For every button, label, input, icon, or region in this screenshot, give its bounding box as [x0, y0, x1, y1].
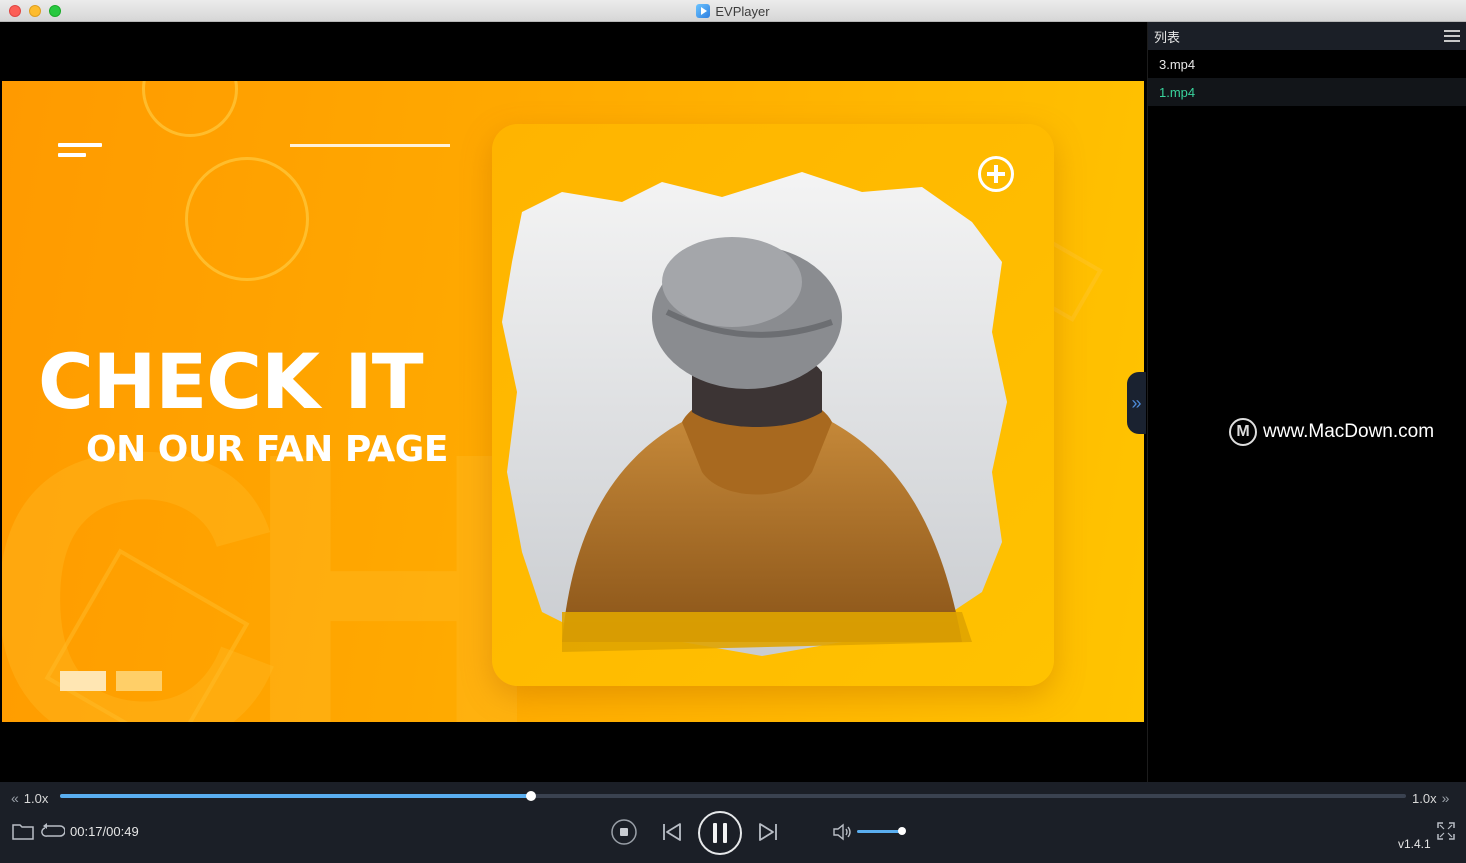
video-area[interactable]: C H CHECK IT ON OUR FAN PAGE » — [0, 22, 1146, 782]
watermark-logo: M — [1229, 418, 1257, 446]
plus-circle-icon — [978, 156, 1014, 192]
hooded-person-photo — [502, 172, 1007, 656]
watermark: M www.MacDown.com — [1229, 418, 1434, 446]
volume-slider[interactable] — [857, 830, 903, 833]
seek-handle[interactable] — [526, 791, 537, 801]
folder-icon[interactable] — [12, 822, 34, 840]
video-subline: ON OUR FAN PAGE — [86, 429, 448, 470]
next-icon[interactable] — [756, 821, 780, 843]
time-display: 00:17/00:49 — [70, 824, 139, 839]
chevron-double-left-icon: « — [11, 790, 19, 806]
speed-left-label: 1.0x — [23, 790, 49, 806]
playlist-panel: 列表 3.mp4 1.mp4 — [1147, 22, 1466, 782]
previous-icon[interactable] — [660, 821, 684, 843]
seek-progress — [60, 794, 532, 798]
app-icon — [696, 4, 711, 18]
speed-down-control[interactable]: « 1.0x — [11, 790, 48, 806]
app-window: EVPlayer C H CHECK IT ON OUR FAN PAGE » … — [0, 0, 1466, 863]
pause-icon[interactable] — [696, 809, 744, 857]
seek-bar[interactable] — [60, 791, 1406, 801]
title-bar: EVPlayer — [0, 0, 1466, 22]
playlist-item[interactable]: 3.mp4 — [1148, 50, 1466, 78]
fullscreen-icon[interactable] — [1437, 822, 1455, 840]
photo-card — [492, 124, 1054, 686]
decorative-circle — [185, 157, 309, 281]
speed-up-control[interactable]: 1.0x » — [1412, 790, 1449, 806]
watermark-text: www.MacDown.com — [1263, 421, 1435, 442]
version-label: v1.4.1 — [1398, 837, 1431, 851]
slide-indicator — [116, 671, 162, 691]
decorative-circle — [142, 81, 238, 137]
playlist-header: 列表 — [1148, 22, 1466, 50]
speed-right-label: 1.0x — [1412, 790, 1437, 806]
playlist-title: 列表 — [1154, 29, 1181, 45]
expand-panel-icon[interactable]: » — [1127, 372, 1146, 434]
stop-icon[interactable] — [610, 818, 638, 846]
video-headline: CHECK IT — [38, 337, 424, 426]
hamburger-graphic — [58, 143, 102, 163]
chevron-double-right-icon: » — [1441, 790, 1450, 806]
window-title: EVPlayer — [715, 3, 770, 19]
volume-icon[interactable] — [832, 823, 852, 841]
slide-indicator — [60, 671, 106, 691]
loop-icon[interactable] — [41, 822, 65, 840]
volume-handle[interactable] — [898, 827, 906, 835]
control-bar: « 1.0x 1.0x » 00:17/00:49 v1.4.1 — [0, 782, 1466, 863]
list-icon[interactable] — [1444, 30, 1460, 42]
decorative-rule — [290, 144, 450, 147]
playlist-item-active[interactable]: 1.mp4 — [1148, 78, 1466, 106]
video-frame: C H CHECK IT ON OUR FAN PAGE — [2, 81, 1144, 722]
